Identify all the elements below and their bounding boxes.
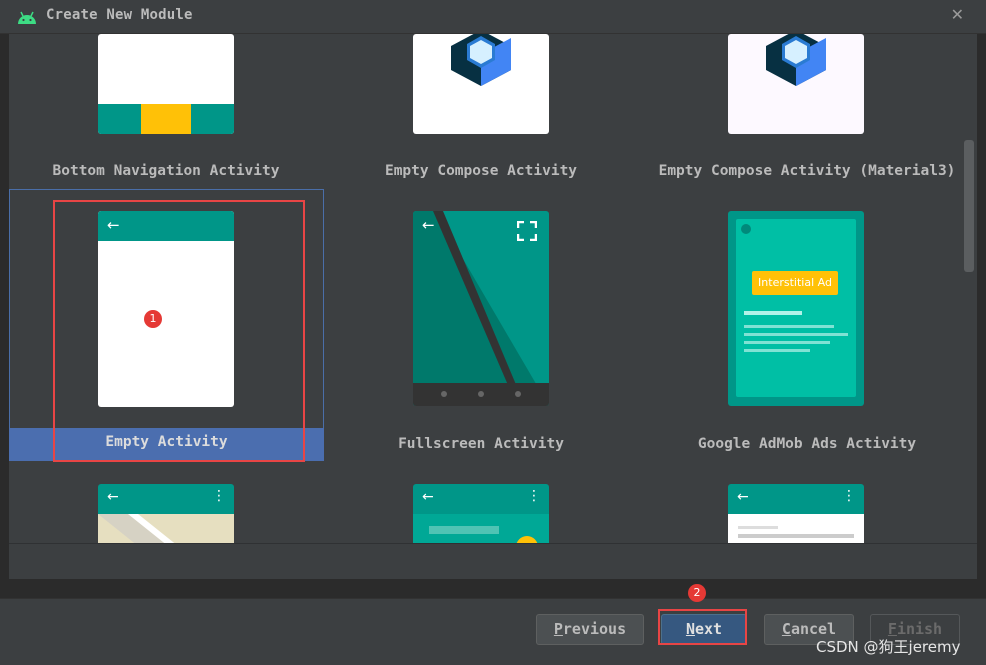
template-preview-admob[interactable]: Interstitial Ad	[728, 211, 864, 406]
template-preview-bottom-navigation[interactable]	[98, 34, 234, 134]
template-preview-empty-compose-material3[interactable]	[728, 34, 864, 134]
template-preview-navigation-drawer[interactable]: ← ⋮	[413, 484, 549, 543]
android-icon	[18, 11, 36, 24]
template-label[interactable]: Empty Compose Activity	[325, 163, 637, 179]
gallery-bottom-strip	[9, 543, 977, 579]
overflow-menu-icon: ⋮	[527, 488, 541, 504]
arrow-back-icon: ←	[107, 489, 119, 505]
gallery-scrollbar[interactable]	[964, 140, 974, 272]
watermark-text: CSDN @狗王jeremy	[816, 638, 961, 656]
fullscreen-icon	[517, 221, 537, 241]
template-label[interactable]: Empty Compose Activity (Material3)	[637, 163, 977, 179]
annotation-badge-2: 2	[688, 584, 706, 602]
interstitial-ad-badge: Interstitial Ad	[752, 271, 838, 295]
template-preview-empty-compose[interactable]	[413, 34, 549, 134]
template-preview-fullscreen[interactable]: ←	[413, 211, 549, 406]
previous-label: revious	[562, 620, 627, 638]
previous-mnemonic: P	[553, 620, 563, 638]
next-mnemonic: N	[685, 620, 695, 638]
interstitial-ad-label: Interstitial Ad	[758, 276, 832, 289]
arrow-back-icon: ←	[422, 216, 435, 234]
overflow-menu-icon: ⋮	[842, 488, 856, 504]
compose-logo-icon	[451, 34, 511, 86]
arrow-back-icon: ←	[422, 489, 434, 505]
dialog-title: Create New Module	[46, 7, 193, 23]
next-label: ext	[694, 620, 723, 638]
template-label[interactable]: Empty Activity	[9, 434, 324, 450]
annotation-badge-1: 1	[144, 310, 162, 328]
cancel-mnemonic: C	[781, 620, 791, 638]
arrow-back-icon: ←	[737, 489, 749, 505]
dialog-titlebar: Create New Module ✕	[0, 0, 986, 34]
map-road	[98, 514, 175, 543]
template-gallery[interactable]: Bottom Navigation Activity Empty Compose…	[9, 34, 977, 543]
arrow-back-icon: ←	[107, 216, 120, 234]
template-preview-empty-activity[interactable]: ←	[98, 211, 234, 407]
overflow-menu-icon: ⋮	[212, 488, 226, 504]
template-preview-maps[interactable]: ← ⋮	[98, 484, 234, 543]
template-preview-settings[interactable]: ← ⋮	[728, 484, 864, 543]
compose-logo-icon	[766, 34, 826, 86]
template-label[interactable]: Bottom Navigation Activity	[9, 163, 323, 179]
next-button[interactable]: Next	[661, 614, 747, 645]
selected-label-bar[interactable]: Empty Activity	[9, 428, 324, 461]
template-label[interactable]: Fullscreen Activity	[325, 436, 637, 452]
previous-button[interactable]: Previous	[536, 614, 644, 645]
close-icon[interactable]: ✕	[951, 5, 964, 24]
template-label[interactable]: Google AdMob Ads Activity	[637, 436, 977, 452]
